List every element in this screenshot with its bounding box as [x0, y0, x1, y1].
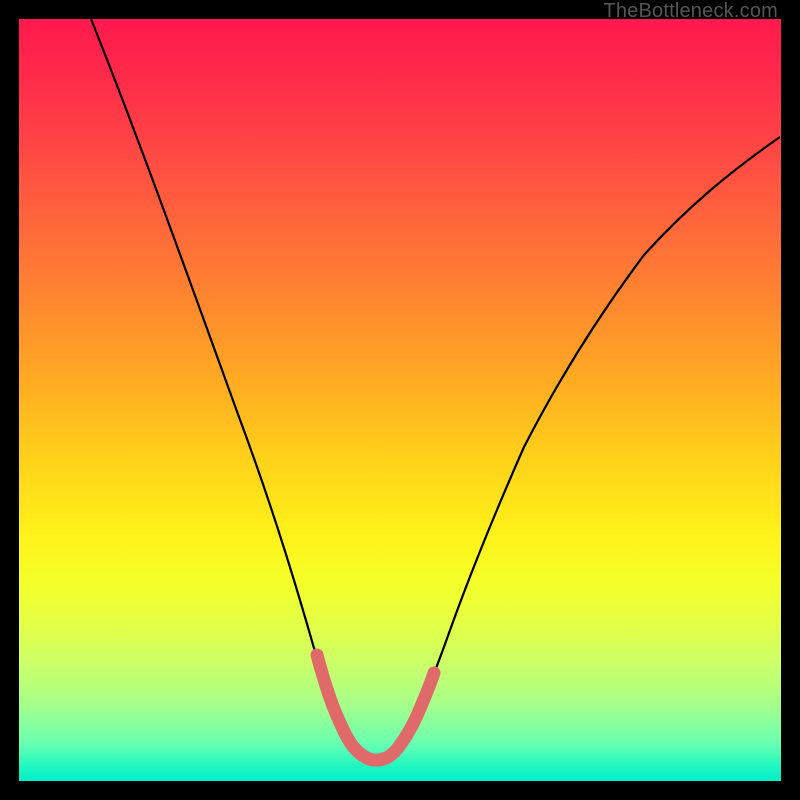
- chart-highlight-curve: [317, 655, 434, 760]
- chart-frame: TheBottleneck.com: [0, 0, 800, 800]
- chart-plot-area: [19, 19, 781, 781]
- chart-svg: [19, 19, 781, 781]
- watermark-text: TheBottleneck.com: [603, 0, 778, 23]
- chart-main-curve: [91, 19, 780, 761]
